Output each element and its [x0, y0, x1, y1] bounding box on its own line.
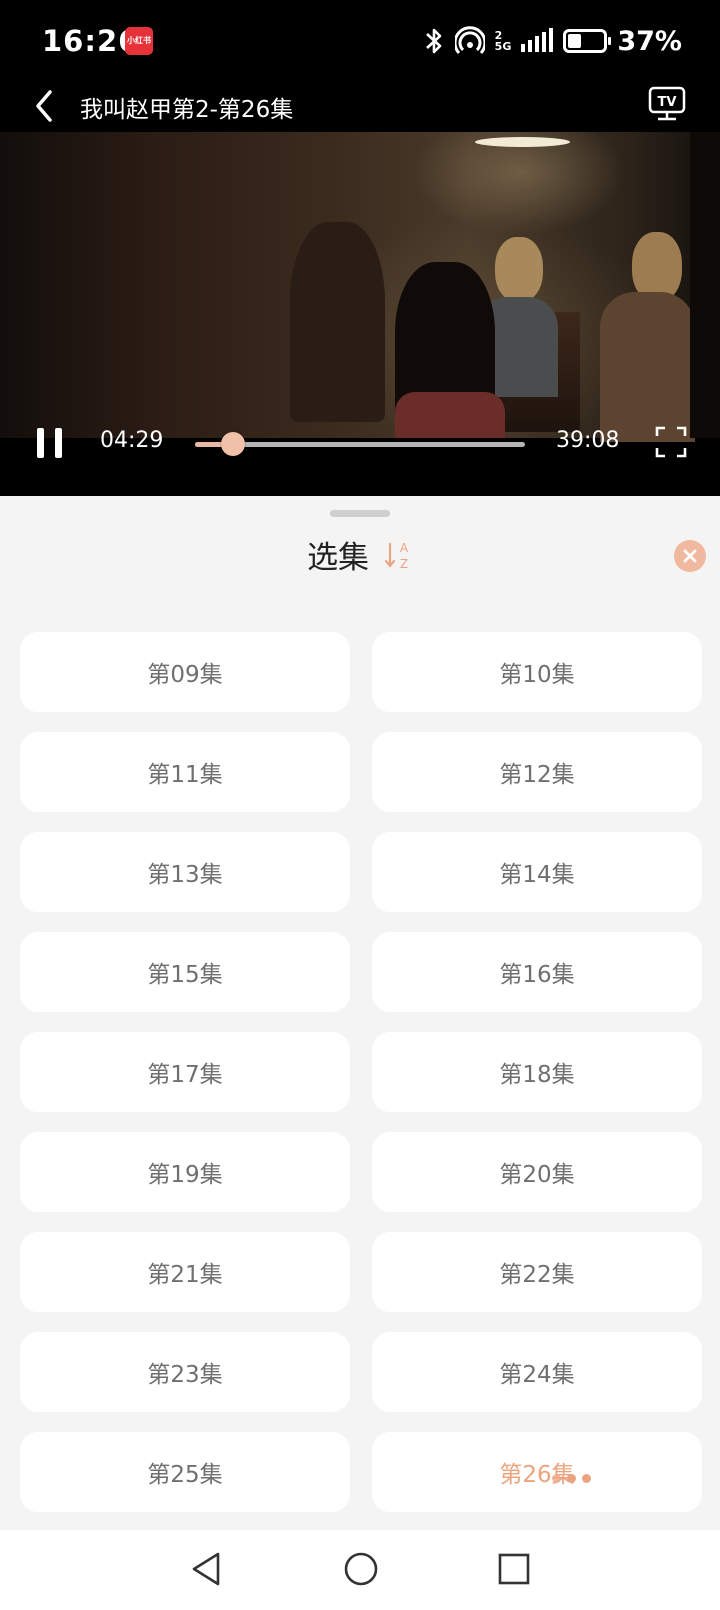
current-time: 04:29 — [100, 428, 164, 453]
progress-handle[interactable] — [220, 432, 245, 456]
episode-grid: 第09集 第10集第11集 第12集第13集 第14集第15集 第16集第17集 第18集… — [20, 632, 702, 1512]
episode-label: 第13集 — [147, 862, 223, 888]
video-title: 我叫赵甲第2-第26集 — [80, 97, 294, 123]
episode-button[interactable]: 第19集 — [20, 1132, 350, 1212]
episode-button[interactable]: 第23集 — [20, 1332, 350, 1412]
episode-label: 第17集 — [147, 1062, 223, 1088]
episode-button[interactable]: 第11集 — [20, 732, 350, 812]
episode-button[interactable]: 第14集 — [372, 832, 702, 912]
nav-home-icon[interactable] — [343, 1551, 379, 1587]
tv-cast-icon[interactable]: TV — [648, 86, 686, 122]
episode-button[interactable]: 第21集 — [20, 1232, 350, 1312]
episode-label: 第18集 — [499, 1062, 575, 1088]
pause-icon[interactable] — [37, 428, 63, 458]
video-frame — [0, 132, 720, 442]
status-indicators: 2 5G 37% — [423, 24, 682, 58]
battery-icon — [563, 29, 612, 53]
episode-label: 第25集 — [147, 1462, 223, 1488]
sheet-header: 选集 A Z — [0, 532, 720, 577]
svg-text:Z: Z — [400, 557, 408, 571]
episode-button[interactable]: 第17集 — [20, 1032, 350, 1112]
battery-level — [568, 34, 582, 48]
episode-button[interactable]: 第24集 — [372, 1332, 702, 1412]
episode-label: 第09集 — [147, 662, 223, 688]
episode-label: 第16集 — [499, 962, 575, 988]
battery-percent: 37% — [617, 25, 682, 57]
episode-label: 第20集 — [499, 1162, 575, 1188]
player-header: 我叫赵甲第2-第26集 TV — [0, 84, 720, 132]
episode-label: 第23集 — [147, 1362, 223, 1388]
episode-button[interactable]: 第13集 — [20, 832, 350, 912]
player-controls: 04:29 39:08 — [0, 422, 720, 482]
svg-text:A: A — [400, 541, 409, 555]
svg-text:TV: TV — [658, 95, 677, 110]
episode-button[interactable]: 第10集 — [372, 632, 702, 712]
episode-button[interactable]: 第15集 — [20, 932, 350, 1012]
signal-bars-icon — [521, 28, 554, 52]
episode-label: 第12集 — [499, 762, 575, 788]
episode-label: 第15集 — [147, 962, 223, 988]
episode-sheet: 选集 A Z 第09集 第10集 第11集 第12集 第13集 第14集 第15集 第16集第… — [0, 496, 720, 1530]
episode-button[interactable]: 第18集 — [372, 1032, 702, 1112]
episode-button[interactable]: 第16集 — [372, 932, 702, 1012]
episode-button[interactable]: 第20集 — [372, 1132, 702, 1212]
progress-slider[interactable] — [195, 432, 525, 456]
network-type: 5G — [494, 40, 512, 53]
episode-button[interactable]: 第12集 — [372, 732, 702, 812]
episode-label: 第14集 — [499, 862, 575, 888]
hotspot-icon — [454, 26, 485, 55]
nav-recents-icon[interactable] — [497, 1552, 531, 1586]
sheet-drag-handle[interactable] — [330, 510, 390, 517]
total-duration: 39:08 — [556, 428, 620, 453]
episode-label: 第11集 — [147, 762, 223, 788]
episode-label: 第26集 — [499, 1462, 575, 1488]
episode-label: 第10集 — [499, 662, 575, 688]
now-playing-indicator-icon — [552, 1474, 591, 1483]
app-notification-icon: 小红书 — [125, 27, 153, 55]
episode-label: 第21集 — [147, 1262, 223, 1288]
episode-button[interactable]: 第25集 — [20, 1432, 350, 1512]
episode-button[interactable]: 第22集 — [372, 1232, 702, 1312]
sheet-title: 选集 — [307, 540, 370, 576]
episode-button[interactable]: 第09集 — [20, 632, 350, 712]
episode-label: 第24集 — [499, 1362, 575, 1388]
bluetooth-icon — [425, 28, 441, 54]
episode-label: 第22集 — [499, 1262, 575, 1288]
episode-label: 第19集 — [147, 1162, 223, 1188]
system-nav-bar — [0, 1530, 720, 1610]
episode-button-current[interactable]: 第26集 — [372, 1432, 702, 1512]
nav-back-icon[interactable] — [188, 1550, 224, 1588]
fullscreen-icon[interactable] — [655, 426, 687, 458]
sort-az-icon[interactable]: A Z — [383, 538, 413, 572]
chevron-left-icon[interactable] — [30, 86, 60, 126]
close-icon[interactable] — [674, 540, 706, 572]
status-bar: 16:26 小红书 2 5G 37% — [0, 0, 720, 84]
video-player[interactable]: 04:29 39:08 — [0, 132, 720, 496]
cellular-signal-icon: 2 5G — [495, 30, 512, 52]
